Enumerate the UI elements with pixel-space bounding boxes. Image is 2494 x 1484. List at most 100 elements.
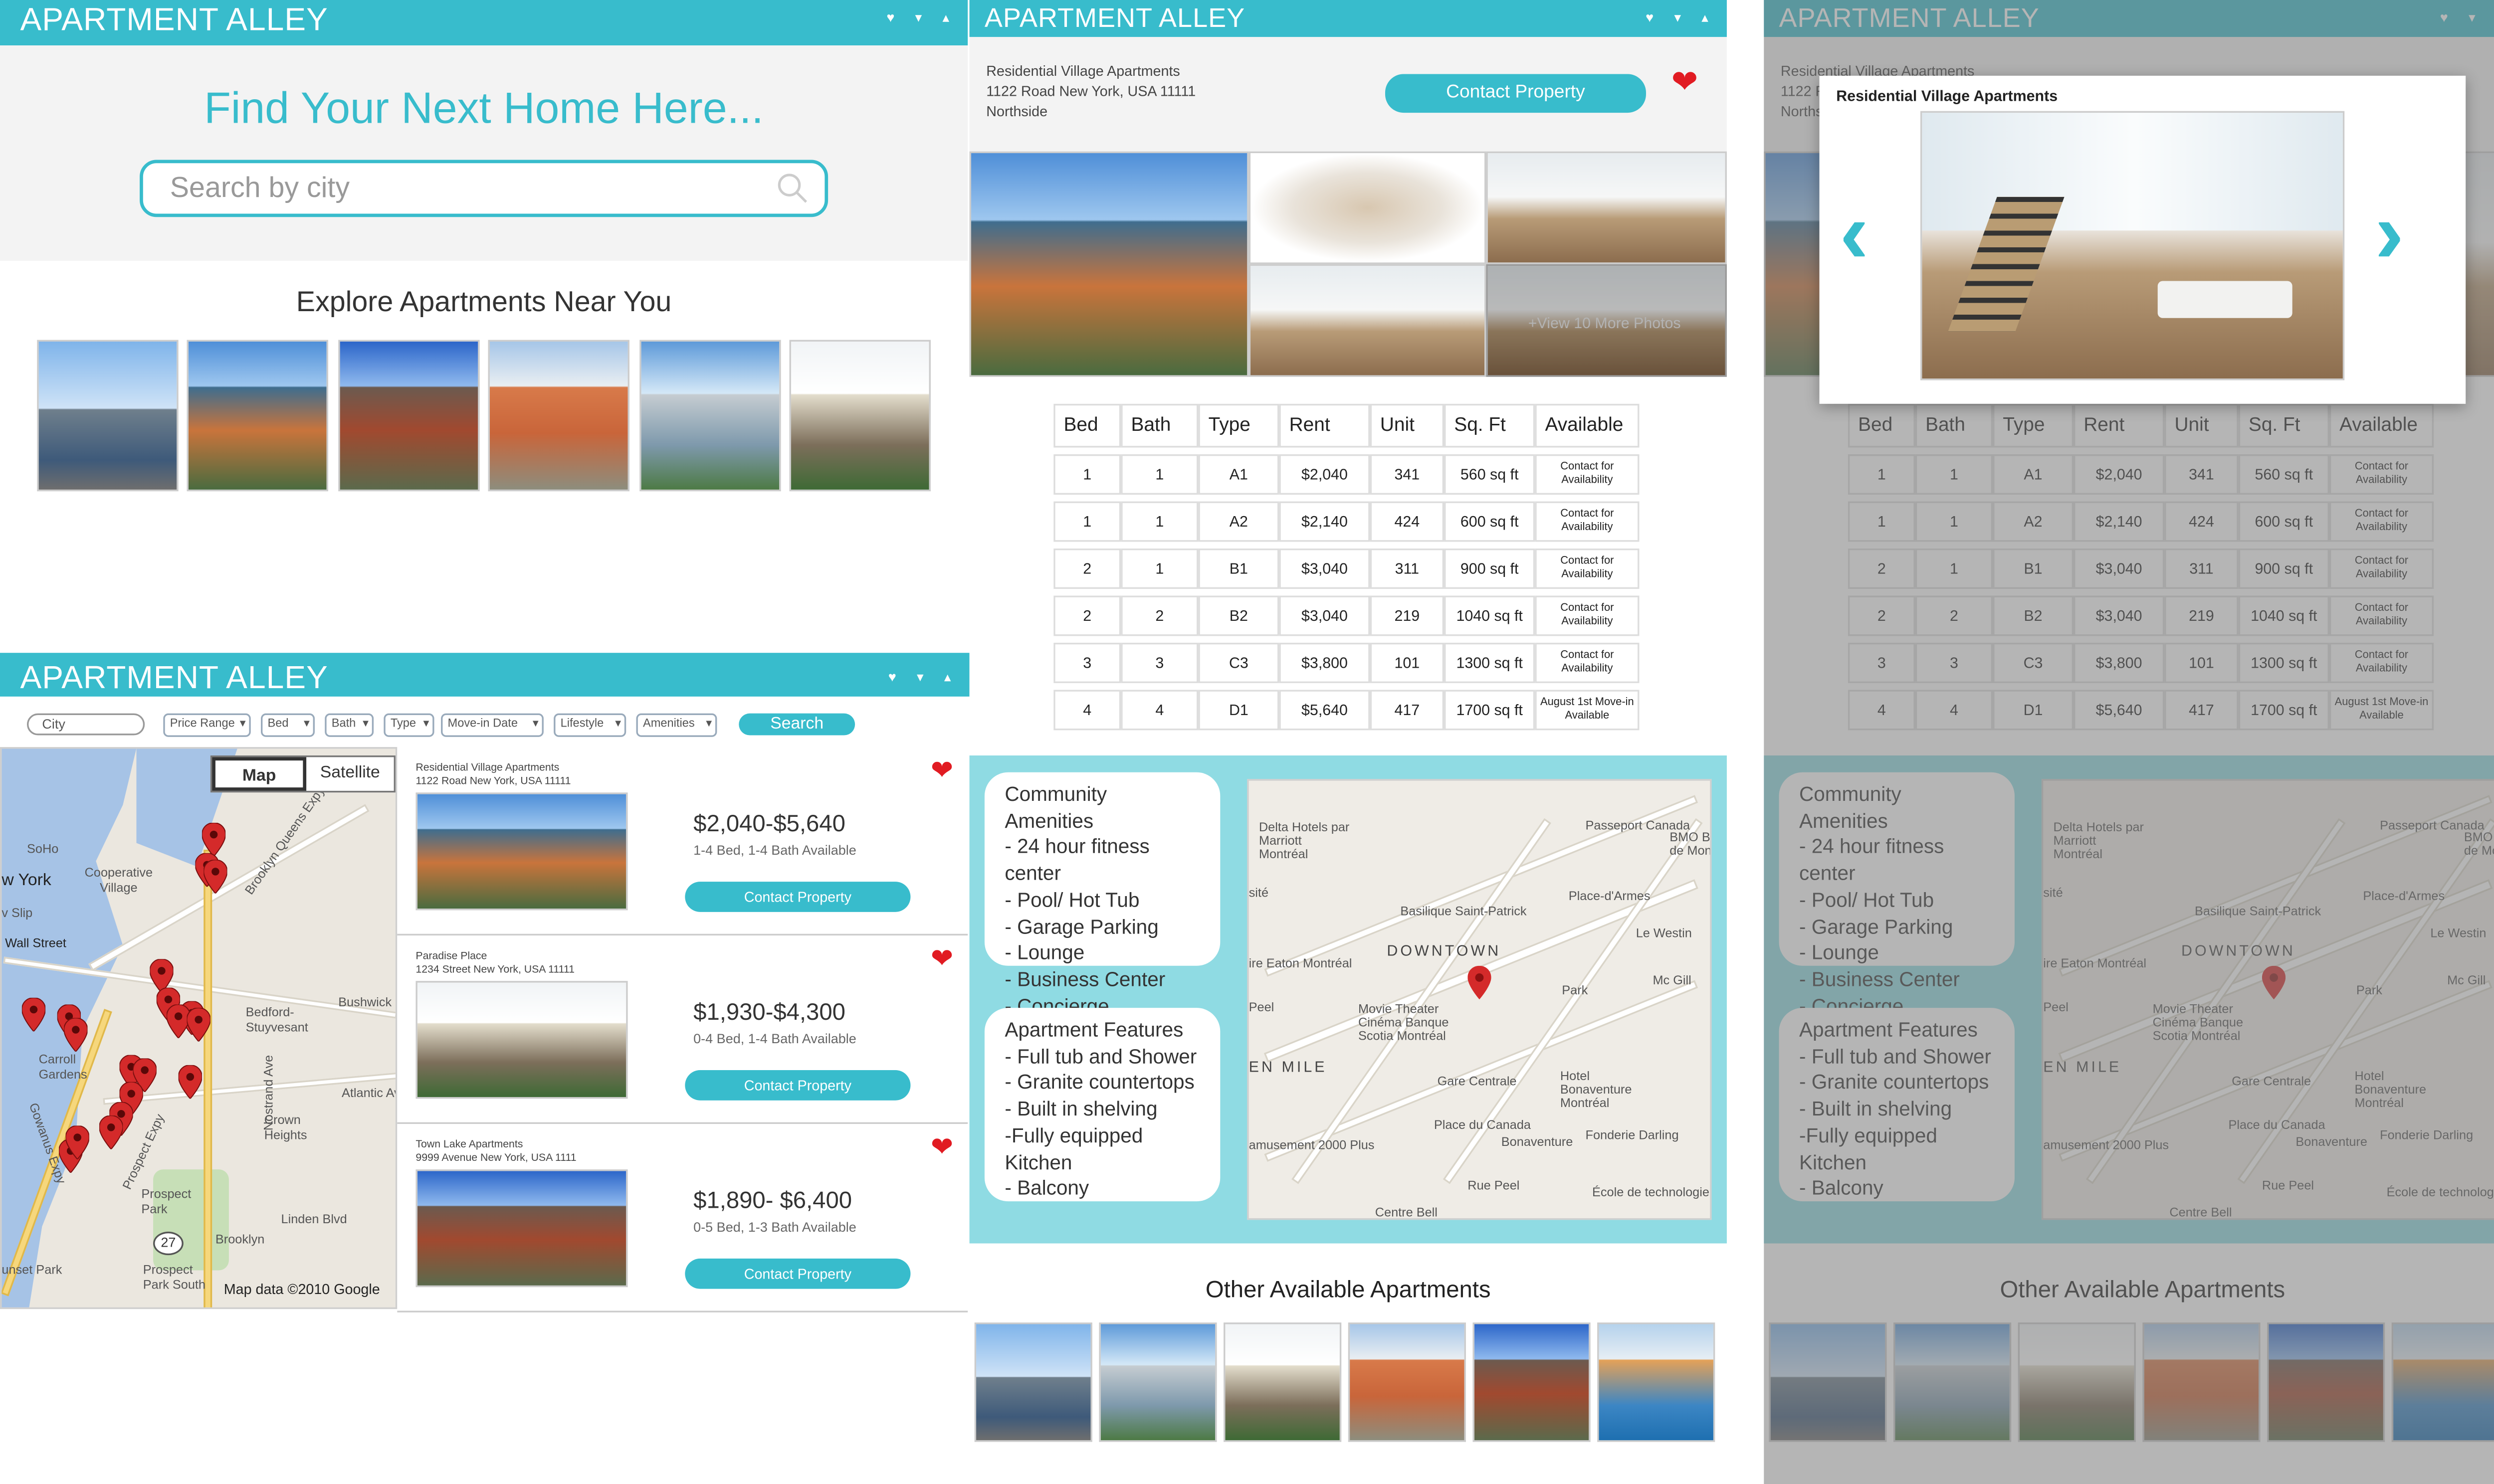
contact-property-button[interactable]: Contact Property <box>685 1070 911 1101</box>
gallery-interior-photo[interactable] <box>1486 151 1727 264</box>
modal-photo-sofa <box>2157 281 2292 318</box>
bed-select[interactable]: Bed <box>261 713 315 737</box>
view-more-photos-link[interactable]: +View 10 More Photos <box>1528 315 1681 332</box>
favorite-heart-icon[interactable]: ❤ <box>1671 67 1698 99</box>
contact-property-button[interactable]: Contact Property <box>685 1258 911 1289</box>
explore-photo-5[interactable] <box>639 340 781 492</box>
property-neighborhood: Northside <box>986 102 1048 120</box>
other-apartment-photo[interactable] <box>1224 1322 1342 1442</box>
other-apartment-photo[interactable] <box>1472 1322 1591 1442</box>
type-select[interactable]: Type <box>384 713 434 737</box>
gallery-more-photo[interactable]: +View 10 More Photos <box>1486 264 1727 377</box>
hero-section: Find Your Next Home Here... Search by ci… <box>0 45 968 261</box>
map-pin-icon[interactable] <box>178 1065 202 1099</box>
unit-row[interactable]: 21B1$3,040311900 sq ftContact for Availa… <box>1053 548 1640 589</box>
other-apartment-photo[interactable] <box>974 1322 1092 1442</box>
map-highway <box>204 849 212 1307</box>
previous-arrow-icon[interactable]: ‹ <box>1840 190 1869 277</box>
unit-cell: 1700 sq ft <box>1444 690 1535 731</box>
filter-bar: City Price Range Bed Bath Type Move-in D… <box>0 696 970 744</box>
app-title: APARTMENT ALLEY <box>20 661 328 697</box>
explore-photo-3[interactable] <box>338 340 480 492</box>
explore-photo-2[interactable] <box>187 340 328 492</box>
city-input[interactable]: City <box>26 713 145 736</box>
amenities-select[interactable]: Amenities <box>636 713 717 737</box>
unit-cell: $2,040 <box>1279 454 1370 495</box>
unit-row[interactable]: 44D1$5,6404171700 sq ftAugust 1st Move-i… <box>1053 690 1640 731</box>
map-label: Rue Peel <box>1467 1177 1520 1193</box>
row-gap <box>1053 495 1639 501</box>
move-in-select[interactable]: Move-in Date <box>441 713 544 737</box>
search-button[interactable]: Search <box>739 713 855 736</box>
explore-photo-6[interactable] <box>789 340 931 492</box>
gallery-floorplan-photo[interactable] <box>1248 151 1486 264</box>
map-label: Nostrand Ave <box>260 1055 276 1131</box>
unit-table: Bed Bath Type Rent Unit Sq. Ft Available… <box>1053 403 1640 731</box>
results-map[interactable]: SoHo w York Cooperative Village Wall Str… <box>0 747 398 1309</box>
unit-row[interactable]: 11A1$2,040341560 sq ftContact for Availa… <box>1053 454 1640 495</box>
gallery-living-photo[interactable] <box>1248 264 1486 377</box>
modal-photo-window <box>1922 113 2343 231</box>
listing-photo[interactable] <box>416 1169 628 1288</box>
map-label: Place du Canada <box>1434 1117 1531 1132</box>
modal-title: Residential Village Apartments <box>1836 87 2058 105</box>
lifestyle-select[interactable]: Lifestyle <box>554 713 626 737</box>
search-icon[interactable] <box>778 174 808 204</box>
route-shield: 27 <box>153 1231 184 1256</box>
window-controls[interactable]: ♥ ▾ ▴ <box>886 1 958 35</box>
price-range-select[interactable]: Price Range <box>163 713 251 737</box>
list-item: - Pool/ Hot Tub <box>1005 888 1140 912</box>
map-label: Carroll Gardens <box>38 1051 87 1082</box>
map-pin-icon[interactable] <box>187 1008 210 1042</box>
unit-row[interactable]: 33C3$3,8001011300 sq ftContact for Avail… <box>1053 642 1640 683</box>
contact-property-button[interactable]: Contact Property <box>1385 74 1646 113</box>
unit-cell: $2,140 <box>1279 501 1370 542</box>
col-header: Sq. Ft <box>1444 403 1535 448</box>
other-apartment-photo[interactable] <box>1099 1322 1217 1442</box>
map-tab[interactable]: Map <box>212 757 307 791</box>
other-apartment-photo[interactable] <box>1348 1322 1466 1442</box>
map-pin-icon[interactable] <box>65 1125 89 1159</box>
favorite-heart-icon[interactable]: ❤ <box>931 1135 953 1163</box>
next-arrow-icon[interactable]: › <box>2375 190 2404 277</box>
explore-photo-4[interactable] <box>488 340 629 492</box>
contact-property-button[interactable]: Contact Property <box>685 882 911 912</box>
explore-photo-1[interactable] <box>37 340 179 492</box>
listing-card[interactable]: Town Lake Apartments 9999 Avenue New Yor… <box>397 1123 968 1312</box>
bath-select[interactable]: Bath <box>325 713 374 737</box>
home-screen: APARTMENT ALLEY ♥ ▾ ▴ Find Your Next Hom… <box>0 0 968 648</box>
favorite-heart-icon[interactable]: ❤ <box>931 758 953 786</box>
map-pin-icon[interactable] <box>202 822 226 857</box>
listing-name: Residential Village Apartments <box>416 762 560 774</box>
map-pin-icon[interactable] <box>204 860 227 894</box>
location-map[interactable]: Delta Hotels par Marriott MontréalPassep… <box>1247 779 1712 1220</box>
search-screen: APARTMENT ALLEY ♥ ▾ ▴ City Price Range B… <box>0 653 970 1312</box>
unit-row[interactable]: 11A2$2,140424600 sq ftContact for Availa… <box>1053 501 1640 542</box>
listing-price: $2,040-$5,640 <box>693 809 845 836</box>
location-pin-icon[interactable] <box>1467 965 1491 1000</box>
map-label: École de technologie supérieure <box>1592 1184 1710 1200</box>
park-area <box>153 1169 229 1271</box>
map-pin-icon[interactable] <box>64 1018 88 1052</box>
property-address: 1122 Road New York, USA 11111 <box>986 82 1196 100</box>
unit-cell: 900 sq ft <box>1444 548 1535 589</box>
community-amenities-box: Community Amenities - 24 hour fitness ce… <box>984 772 1221 1017</box>
search-input[interactable]: Search by city <box>140 160 829 217</box>
window-controls[interactable]: ♥ ▾ ▴ <box>888 655 960 697</box>
listing-photo[interactable] <box>416 981 628 1099</box>
list-item: - Full tub and Shower <box>1005 1044 1197 1068</box>
listing-card[interactable]: Paradise Place 1234 Street New York, USA… <box>397 935 968 1124</box>
favorite-heart-icon[interactable]: ❤ <box>931 946 953 974</box>
window-controls[interactable]: ♥ ▾ ▴ <box>1646 1 1717 35</box>
list-item: - Built in shelving <box>1005 1097 1158 1121</box>
unit-cell: $5,640 <box>1279 690 1370 731</box>
other-apartment-photo[interactable] <box>1597 1322 1715 1442</box>
satellite-tab[interactable]: Satellite <box>306 757 394 790</box>
listing-card[interactable]: Residential Village Apartments 1122 Road… <box>397 747 968 936</box>
unit-row[interactable]: 22B2$3,0402191040 sq ftContact for Avail… <box>1053 595 1640 636</box>
map-pin-icon[interactable] <box>99 1115 123 1149</box>
unit-cell: 3 <box>1053 642 1121 683</box>
listing-photo[interactable] <box>416 792 628 911</box>
gallery-main-photo[interactable] <box>969 151 1249 377</box>
map-pin-icon[interactable] <box>21 997 46 1032</box>
